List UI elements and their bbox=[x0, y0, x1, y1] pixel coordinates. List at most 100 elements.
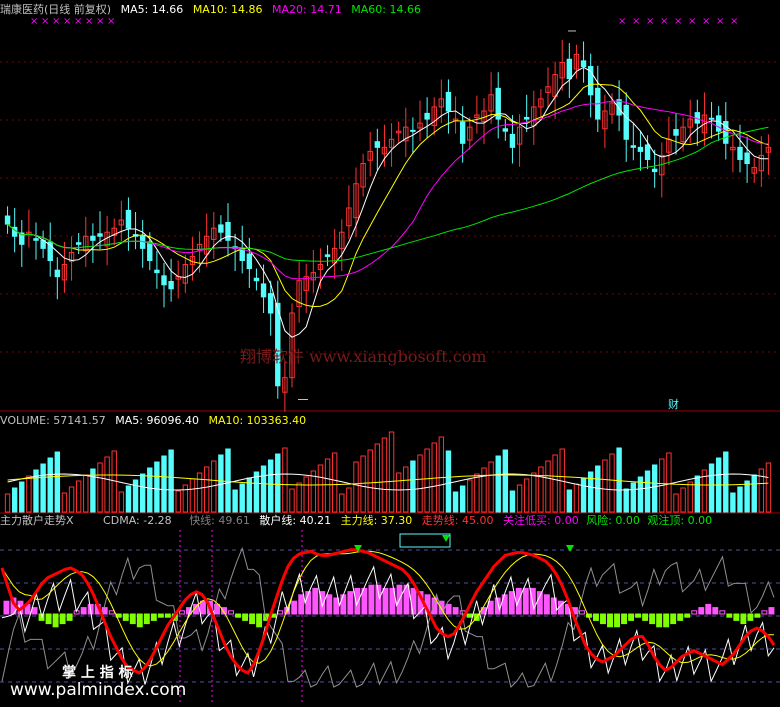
indicator-histogram-bar bbox=[242, 613, 249, 621]
ma10-label: MA10: 14.86 bbox=[192, 3, 263, 16]
volume-bar bbox=[339, 493, 345, 513]
volume-bar bbox=[374, 443, 381, 513]
candle-body bbox=[459, 121, 466, 144]
volume-bar bbox=[147, 467, 153, 513]
indicator-histogram-bar bbox=[600, 613, 606, 625]
candle-body bbox=[737, 146, 743, 160]
sell-marker: × bbox=[702, 16, 710, 27]
finance-marker[interactable]: 财 bbox=[668, 398, 679, 412]
volume-bar bbox=[616, 447, 622, 513]
low-price-label: 11.83 bbox=[310, 388, 342, 401]
volume-bar bbox=[75, 480, 82, 513]
volume-bar bbox=[467, 479, 473, 513]
indicator-histogram-bar bbox=[635, 613, 642, 618]
trend-line-label: 走势线: 45.00 bbox=[421, 514, 494, 527]
volume-bar bbox=[232, 489, 238, 513]
candle-body bbox=[97, 233, 103, 237]
indicator-name: 主力散户走势X bbox=[0, 514, 74, 527]
sell-marker: × bbox=[107, 16, 115, 27]
volume-bar bbox=[580, 477, 587, 513]
volume-bar bbox=[267, 459, 274, 513]
volume-bar bbox=[708, 463, 715, 513]
sell-marker: × bbox=[74, 16, 82, 27]
indicator-histogram-bar bbox=[684, 613, 691, 618]
volume-bar bbox=[253, 471, 260, 513]
indicator-histogram-bar bbox=[698, 607, 705, 615]
volume-bar bbox=[417, 454, 423, 513]
indicator-histogram-bar bbox=[150, 613, 157, 621]
indicator-histogram-bar bbox=[522, 587, 529, 615]
volume-bar bbox=[595, 465, 601, 513]
candle-body bbox=[374, 141, 381, 148]
volume-bar bbox=[502, 449, 509, 513]
volume-bar bbox=[118, 491, 125, 513]
volume-bar bbox=[452, 491, 459, 513]
high-price-label: 16.39 bbox=[578, 20, 610, 33]
volume-bar bbox=[189, 478, 196, 513]
sell-marker: × bbox=[96, 16, 104, 27]
sell-marker: × bbox=[730, 16, 738, 27]
volume-bar bbox=[175, 490, 181, 513]
indicator-histogram-bar bbox=[136, 613, 143, 628]
indicator-histogram-bar bbox=[628, 613, 635, 621]
indicator-histogram-bar bbox=[382, 587, 389, 615]
volume-bar bbox=[203, 466, 210, 513]
volume-bar bbox=[303, 476, 309, 513]
candle-body bbox=[168, 281, 174, 290]
candle-body bbox=[566, 58, 573, 80]
indicator-histogram-bar bbox=[712, 607, 719, 615]
indicator-histogram-bar bbox=[368, 584, 375, 615]
volume-bar bbox=[758, 468, 765, 513]
retail-line-label: 散户线: 40.21 bbox=[259, 514, 332, 527]
volume-bar bbox=[474, 473, 480, 513]
volume-bar bbox=[687, 481, 693, 513]
indicator-histogram-bar bbox=[621, 613, 628, 625]
indicator-histogram-bar bbox=[143, 613, 150, 625]
candle-body bbox=[161, 275, 167, 286]
indicator-histogram-bar bbox=[178, 610, 185, 615]
indicator-histogram-bar bbox=[593, 613, 599, 621]
volume-bar bbox=[26, 475, 32, 513]
candle-body bbox=[424, 112, 430, 120]
volume-bar bbox=[139, 473, 146, 513]
volume-bar bbox=[182, 484, 189, 513]
stock-title: 瑞康医药(日线 前复权) bbox=[0, 3, 112, 16]
indicator-histogram-bar bbox=[298, 594, 305, 615]
main-line-label: 主力线: 37.30 bbox=[340, 514, 413, 527]
indicator-histogram-bar bbox=[649, 613, 656, 625]
volume-bar bbox=[765, 462, 772, 513]
indicator-histogram-bar bbox=[445, 603, 452, 615]
volume-bar bbox=[445, 450, 452, 513]
ma20-label: MA20: 14.71 bbox=[272, 3, 342, 16]
volume-bar bbox=[104, 456, 110, 513]
volume-bar bbox=[125, 485, 132, 513]
candle-body bbox=[260, 283, 267, 298]
watermark-bottom-url: www.palmindex.com bbox=[10, 680, 187, 700]
indicator-histogram-bar bbox=[31, 607, 38, 615]
volume-bar bbox=[680, 487, 686, 513]
volume-bar bbox=[410, 460, 416, 513]
indicator-histogram-bar bbox=[768, 607, 775, 615]
indicator-histogram-bar bbox=[347, 591, 354, 615]
indicator-histogram-bar bbox=[52, 613, 59, 628]
indicator-histogram-bar bbox=[340, 594, 347, 615]
sell-marker: × bbox=[85, 16, 93, 27]
top-label: 观注顶: 0.00 bbox=[647, 514, 713, 527]
indicator-histogram-bar bbox=[66, 613, 73, 621]
sell-marker: × bbox=[632, 16, 640, 27]
indicator-histogram-bar bbox=[747, 613, 754, 621]
sell-marker: × bbox=[41, 16, 49, 27]
volume-bar bbox=[495, 455, 501, 513]
indicator-histogram-bar bbox=[80, 607, 87, 615]
volume-bar bbox=[666, 452, 672, 513]
indicator-histogram-bar bbox=[656, 613, 663, 628]
candle-body bbox=[147, 241, 153, 261]
volume-bar bbox=[68, 486, 75, 513]
indicator-histogram-bar bbox=[277, 610, 284, 615]
indicator-histogram-bar bbox=[59, 613, 66, 625]
volume-bar bbox=[275, 453, 281, 513]
watermark-bottom-cn: 掌 上 指 标 bbox=[62, 665, 133, 681]
volume-label: VOLUME: 57141.57 bbox=[0, 414, 106, 427]
volume-bar bbox=[47, 457, 53, 513]
candle-body bbox=[509, 133, 516, 148]
